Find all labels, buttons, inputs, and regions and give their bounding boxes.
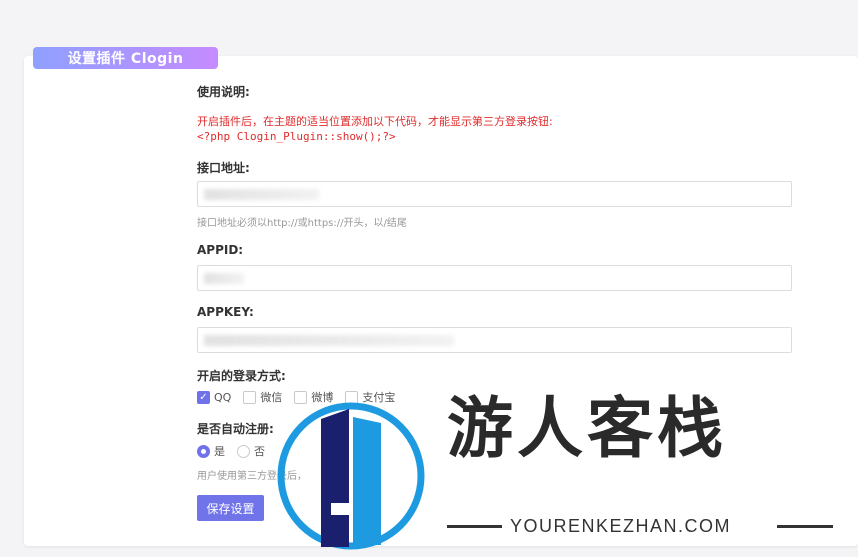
radio-label: 是 bbox=[214, 445, 225, 458]
auto-register-group: 是 否 bbox=[197, 443, 277, 459]
login-option-qq[interactable]: ✓ QQ bbox=[197, 390, 232, 404]
usage-code: <?php Clogin_Plugin::show();?> bbox=[197, 130, 396, 143]
save-settings-button[interactable]: 保存设置 bbox=[197, 495, 264, 521]
checkbox-icon[interactable] bbox=[243, 390, 257, 404]
checkbox-checked-icon[interactable]: ✓ bbox=[197, 390, 210, 404]
appkey-input[interactable] bbox=[197, 327, 792, 353]
watermark-cn-text: 游人客栈 bbox=[447, 389, 727, 467]
radio-label: 否 bbox=[254, 445, 265, 458]
watermark-divider bbox=[447, 525, 502, 528]
auto-register-label: 是否自动注册: bbox=[197, 422, 274, 436]
appid-label: APPID: bbox=[197, 243, 244, 257]
usage-note: 开启插件后，在主题的适当位置添加以下代码，才能显示第三方登录按钮: bbox=[197, 115, 553, 128]
appkey-label: APPKEY: bbox=[197, 305, 254, 319]
api-url-input[interactable] bbox=[197, 181, 792, 207]
watermark-logo-icon bbox=[277, 402, 425, 550]
api-url-hint: 接口地址必须以http://或https://开头，以/结尾 bbox=[197, 218, 407, 229]
auto-register-no[interactable]: 否 bbox=[237, 443, 265, 459]
login-methods-label: 开启的登录方式: bbox=[197, 369, 286, 383]
panel-title: 设置插件 Clogin bbox=[33, 47, 218, 69]
auto-register-yes[interactable]: 是 bbox=[197, 443, 225, 459]
redacted-value bbox=[204, 273, 244, 284]
watermark-divider bbox=[777, 525, 833, 528]
settings-card bbox=[24, 56, 858, 546]
redacted-value bbox=[204, 189, 319, 200]
api-url-label: 接口地址: bbox=[197, 161, 250, 175]
radio-checked-icon[interactable] bbox=[197, 444, 210, 458]
radio-icon[interactable] bbox=[237, 444, 250, 458]
login-option-label: QQ bbox=[214, 390, 232, 404]
redacted-value bbox=[204, 335, 454, 346]
usage-label: 使用说明: bbox=[197, 85, 250, 99]
watermark-en-text: YOURENKEZHAN.COM bbox=[510, 516, 732, 536]
appid-input[interactable] bbox=[197, 265, 792, 291]
